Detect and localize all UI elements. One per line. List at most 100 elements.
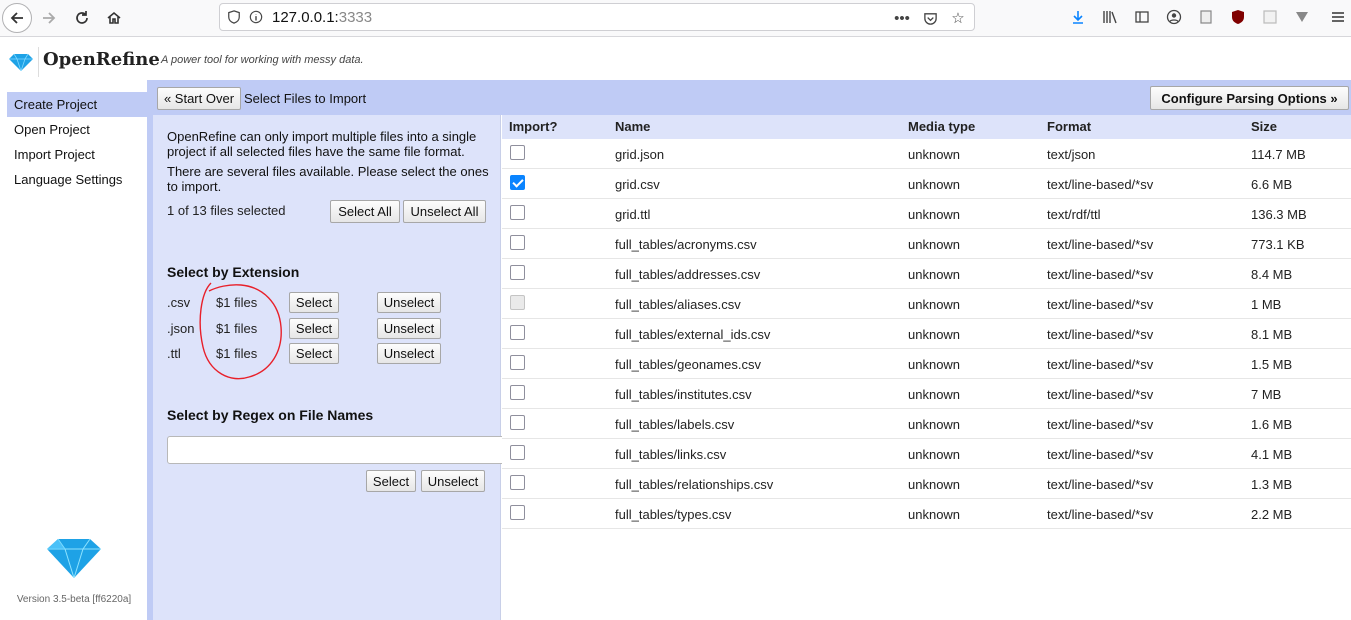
- header-size: Size: [1251, 119, 1278, 134]
- browser-toolbar: 127.0.0.1:3333 ••• ☆: [0, 0, 1351, 37]
- select-by-regex-title: Select by Regex on File Names: [167, 407, 374, 423]
- unselect-ttl-button[interactable]: Unselect: [377, 343, 441, 364]
- header-import: Import?: [509, 119, 558, 134]
- select-ttl-button[interactable]: Select: [289, 343, 339, 364]
- size-cell: 7 MB: [1251, 387, 1282, 402]
- url-bar[interactable]: 127.0.0.1:3333 ••• ☆: [219, 3, 975, 31]
- openrefine-logo-icon[interactable]: [9, 53, 33, 71]
- import-checkbox[interactable]: [510, 505, 525, 520]
- media-type-cell: unknown: [908, 447, 961, 462]
- sidebar-icon[interactable]: [1130, 6, 1154, 28]
- size-cell: 1.5 MB: [1251, 357, 1293, 372]
- extension-label: .csv: [167, 295, 191, 310]
- hamburger-menu-icon[interactable]: [1327, 6, 1349, 28]
- library-icon[interactable]: [1098, 6, 1122, 28]
- table-row: full_tables/types.csv unknown text/line-ba…: [502, 499, 1351, 529]
- format-cell: text/line-based/*sv: [1047, 387, 1154, 402]
- pocket-icon[interactable]: [920, 8, 940, 28]
- start-over-button[interactable]: « Start Over: [157, 87, 241, 110]
- media-type-cell: unknown: [908, 387, 961, 402]
- page-title: Select Files to Import: [244, 91, 367, 106]
- import-checkbox[interactable]: [510, 265, 525, 280]
- url-text[interactable]: 127.0.0.1:3333: [272, 9, 372, 26]
- file-name-cell: full_tables/institutes.csv: [615, 387, 752, 402]
- extension-label: .ttl: [167, 346, 181, 361]
- download-icon[interactable]: [1066, 6, 1090, 28]
- media-type-cell: unknown: [908, 297, 961, 312]
- import-checkbox[interactable]: [510, 355, 525, 370]
- arrow-left-icon: [10, 12, 23, 24]
- regex-input[interactable]: [167, 436, 507, 464]
- table-row: full_tables/links.csv unknown text/line-ba…: [502, 439, 1351, 469]
- import-checkbox[interactable]: [510, 445, 525, 460]
- unselect-json-button[interactable]: Unselect: [377, 318, 441, 339]
- reader-icon[interactable]: [1194, 6, 1218, 28]
- configure-parsing-options-button[interactable]: Configure Parsing Options »: [1150, 86, 1349, 110]
- select-csv-button[interactable]: Select: [289, 292, 339, 313]
- shield-icon[interactable]: [226, 9, 242, 25]
- unselect-all-button[interactable]: Unselect All: [403, 200, 486, 223]
- reload-button[interactable]: [67, 3, 97, 33]
- file-name-cell: full_tables/acronyms.csv: [615, 237, 757, 252]
- tagline: A power tool for working with messy data…: [161, 54, 364, 66]
- format-cell: text/line-based/*sv: [1047, 477, 1154, 492]
- home-button[interactable]: [99, 3, 129, 33]
- table-row: full_tables/labels.csv unknown text/line-b…: [502, 409, 1351, 439]
- format-cell: text/line-based/*sv: [1047, 267, 1154, 282]
- select-all-button[interactable]: Select All: [330, 200, 400, 223]
- import-checkbox[interactable]: [510, 145, 525, 160]
- size-cell: 773.1 KB: [1251, 237, 1305, 252]
- regex-select-button[interactable]: Select: [366, 470, 416, 492]
- table-header: Import? Name Media type Format Size: [502, 115, 1351, 139]
- media-type-cell: unknown: [908, 477, 961, 492]
- file-name-cell: full_tables/external_ids.csv: [615, 327, 771, 342]
- account-icon[interactable]: [1162, 6, 1186, 28]
- select-json-button[interactable]: Select: [289, 318, 339, 339]
- size-cell: 8.1 MB: [1251, 327, 1293, 342]
- reload-icon: [76, 11, 88, 24]
- table-row: full_tables/geonames.csv unknown text/line…: [502, 349, 1351, 379]
- bookmark-star-icon[interactable]: ☆: [948, 8, 968, 28]
- unselect-csv-button[interactable]: Unselect: [377, 292, 441, 313]
- media-type-cell: unknown: [908, 147, 961, 162]
- header-name: Name: [615, 119, 651, 134]
- header-media-type: Media type: [908, 119, 976, 134]
- forward-button[interactable]: [34, 3, 64, 33]
- file-name-cell: full_tables/relationships.csv: [615, 477, 774, 492]
- import-checkbox[interactable]: [510, 175, 525, 190]
- import-checkbox[interactable]: [510, 475, 525, 490]
- sidebar-item-import-project[interactable]: Import Project: [7, 142, 148, 167]
- table-row: full_tables/institutes.csv unknown text/li…: [502, 379, 1351, 409]
- file-selection-panel: OpenRefine can only import multiple file…: [153, 115, 507, 620]
- import-checkbox[interactable]: [510, 205, 525, 220]
- table-row: full_tables/relationships.csv unknown text…: [502, 469, 1351, 499]
- size-cell: 1.6 MB: [1251, 417, 1293, 432]
- regex-unselect-button[interactable]: Unselect: [421, 470, 485, 492]
- import-checkbox[interactable]: [510, 295, 525, 310]
- file-name-cell: grid.ttl: [615, 207, 651, 222]
- select-by-extension-title: Select by Extension: [167, 264, 300, 280]
- sidebar-item-open-project[interactable]: Open Project: [7, 117, 148, 142]
- media-type-cell: unknown: [908, 417, 961, 432]
- size-cell: 1 MB: [1251, 297, 1282, 312]
- extension-icon[interactable]: [1258, 6, 1282, 28]
- media-type-cell: unknown: [908, 237, 961, 252]
- back-button[interactable]: [2, 3, 32, 33]
- table-row: grid.ttl unknown text/rdf/ttl 136.3 MB: [502, 199, 1351, 229]
- ublock-icon[interactable]: [1226, 6, 1250, 28]
- file-name-cell: full_tables/addresses.csv: [615, 267, 761, 282]
- more-actions-icon[interactable]: •••: [892, 8, 912, 28]
- vpn-icon[interactable]: [1290, 6, 1314, 28]
- import-checkbox[interactable]: [510, 235, 525, 250]
- media-type-cell: unknown: [908, 327, 961, 342]
- import-checkbox[interactable]: [510, 385, 525, 400]
- import-checkbox[interactable]: [510, 415, 525, 430]
- sidebar-item-language-settings[interactable]: Language Settings: [7, 167, 148, 192]
- app-name[interactable]: OpenRefine: [43, 49, 160, 70]
- file-name-cell: full_tables/types.csv: [615, 507, 732, 522]
- import-checkbox[interactable]: [510, 325, 525, 340]
- size-cell: 8.4 MB: [1251, 267, 1293, 282]
- diamond-logo-icon: [47, 538, 101, 578]
- sidebar-item-create-project[interactable]: Create Project: [7, 92, 148, 117]
- info-icon[interactable]: [248, 9, 264, 25]
